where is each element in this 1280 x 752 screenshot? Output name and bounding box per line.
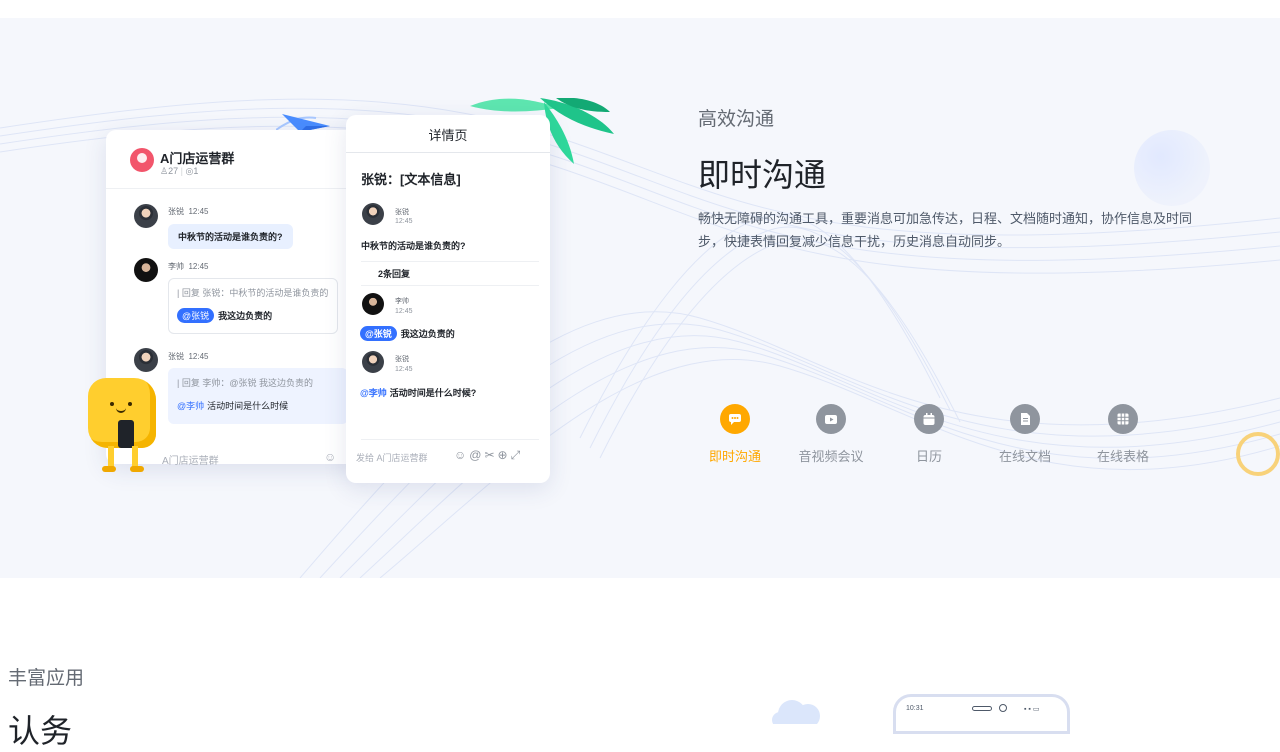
phone-status-icons: ▪ ▪ ▭ — [1024, 706, 1040, 713]
message-time: 12:45 — [395, 366, 413, 373]
tab-label: 音视频会议 — [798, 449, 864, 464]
avatar — [134, 204, 158, 228]
detail-title: 详情页 — [428, 128, 468, 143]
reply-quote: | 回复 李帅：@张锐 我这边负责的 — [177, 378, 313, 388]
mention-link[interactable]: @李帅 — [360, 388, 387, 398]
mention-tag[interactable]: @张锐 — [177, 308, 215, 323]
message-header: 李帅 12:45 — [168, 262, 209, 271]
sheet-icon — [1108, 404, 1138, 434]
phone-speaker — [972, 706, 992, 711]
group-avatar — [130, 148, 154, 172]
reply-count[interactable]: 2条回复 — [378, 267, 410, 280]
detail-input[interactable]: 发给 A门店运营群 — [356, 451, 428, 464]
detail-page-card: 详情页 张锐：[文本信息] 张锐 12:45 中秋节的活动是谁负责的? 2条回复… — [346, 115, 550, 483]
members-icon: ♙ — [160, 166, 169, 176]
document-icon — [1010, 404, 1040, 434]
calendar-icon — [914, 404, 944, 434]
sender-name: 张锐 — [395, 209, 409, 216]
chat-header-divider — [106, 188, 364, 189]
message-time: 12:45 — [395, 308, 413, 315]
sender-name: 李帅 — [395, 298, 409, 305]
online-count: 1 — [193, 166, 199, 176]
group-meta: ♙27 | ◎1 — [160, 166, 199, 176]
message-header: 张锐 12:45 — [168, 207, 209, 216]
tab-calendar[interactable]: 日历 — [884, 404, 974, 465]
emoji-icon: ☺ — [454, 448, 470, 462]
reply-text: 活动时间是什么时候 — [207, 401, 289, 411]
phone-camera — [999, 704, 1007, 712]
at-icon: @ — [469, 448, 485, 462]
sender-name: 张锐 — [395, 356, 409, 363]
message-time: 12:45 — [395, 218, 413, 225]
tab-label: 在线表格 — [1096, 449, 1149, 464]
detail-subject: 张锐：[文本信息] — [361, 172, 461, 187]
emoji-icon[interactable]: ☺ — [324, 450, 336, 464]
chat-icon — [720, 404, 750, 434]
avatar — [134, 258, 158, 282]
tab-label: 即时沟通 — [708, 449, 761, 464]
section-headline: 认务 — [8, 713, 73, 749]
mascot-illustration — [86, 378, 164, 476]
message-text: @张锐 我这边负责的 — [360, 326, 455, 341]
top-strip — [0, 0, 1280, 18]
detail-header-divider — [346, 152, 550, 153]
tab-instant-messaging[interactable]: 即时沟通 — [690, 404, 780, 465]
section-eyebrow: 高效沟通 — [698, 109, 775, 130]
tab-video-meeting[interactable]: 音视频会议 — [786, 404, 876, 465]
section-eyebrow: 丰富应用 — [8, 668, 85, 689]
scissors-icon: ✂ — [484, 448, 498, 462]
video-icon — [816, 404, 846, 434]
chat-input[interactable]: A门店运营群 — [162, 452, 219, 467]
tab-online-sheets[interactable]: 在线表格 — [1078, 404, 1168, 465]
phone-time: 10:31 — [906, 705, 924, 712]
divider — [361, 439, 539, 440]
tab-online-docs[interactable]: 在线文档 — [980, 404, 1070, 465]
tab-label: 日历 — [915, 449, 942, 464]
avatar — [362, 203, 384, 225]
divider — [361, 261, 539, 262]
expand-icon: ⤢ — [510, 448, 524, 462]
plus-icon: ⊕ — [497, 448, 511, 462]
mention-link[interactable]: @李帅 — [177, 401, 204, 411]
reply-message: | 回复 李帅：@张锐 我这边负责的 @李帅 活动时间是什么时候 — [168, 368, 348, 424]
message-header: 张锐 12:45 — [168, 352, 209, 361]
decorative-bubble — [1134, 130, 1210, 206]
input-toolbar[interactable]: ☺@✂⊕⤢ — [454, 448, 523, 463]
tab-label: 在线文档 — [998, 449, 1051, 464]
decorative-ring — [1236, 432, 1280, 476]
reply-text: 我这边负责的 — [218, 311, 273, 321]
message-text: 中秋节的活动是谁负责的? — [361, 241, 466, 251]
divider — [361, 285, 539, 286]
section-headline: 即时沟通 — [698, 157, 827, 193]
reply-quote: | 回复 张锐：中秋节的活动是谁负责的 — [177, 288, 329, 298]
member-count: 27 — [168, 166, 179, 176]
group-name: A门店运营群 — [160, 151, 235, 166]
avatar — [362, 351, 384, 373]
message-text: @李帅 活动时间是什么时候? — [360, 388, 477, 398]
avatar — [362, 293, 384, 315]
avatar — [134, 348, 158, 372]
phone-mockup: 10:31 ▪ ▪ ▭ — [893, 694, 1070, 734]
message-bubble: 中秋节的活动是谁负责的? — [168, 224, 293, 249]
section-description: 畅快无障碍的沟通工具，重要消息可加急传达，日程、文档随时通知，协作信息及时同步，… — [698, 211, 1193, 249]
mention-tag[interactable]: @张锐 — [360, 326, 397, 341]
reply-message: | 回复 张锐：中秋节的活动是谁负责的 @张锐 我这边负责的 — [168, 278, 338, 334]
